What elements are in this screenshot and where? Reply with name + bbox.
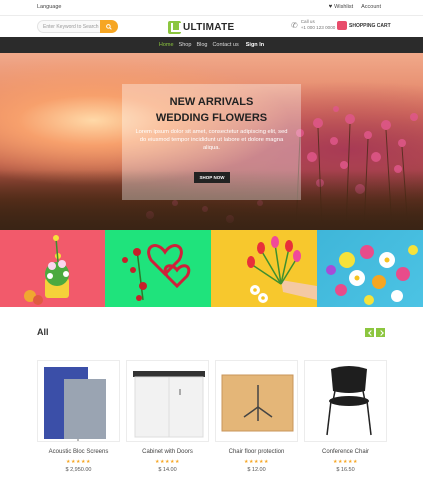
cart-icon: [337, 21, 347, 30]
nav-signin[interactable]: Sign In: [246, 42, 264, 48]
product-card[interactable]: Cabinet with Doors ★★★★★ $ 14.00: [126, 360, 209, 485]
product-image: [37, 360, 120, 442]
search-input[interactable]: Enter Keyword to Search: [37, 20, 100, 33]
category-tiles: [0, 230, 423, 307]
heart-icon: ♥: [328, 4, 333, 10]
search-bar: Enter Keyword to Search: [37, 20, 118, 33]
rating-stars-icon: ★★★★★: [244, 459, 269, 465]
product-name[interactable]: Acoustic Bloc Screens: [37, 449, 120, 455]
header: Enter Keyword to Search ULTIMATE ✆ Call …: [0, 16, 423, 37]
mixed-bouquet-image: [326, 245, 418, 305]
nav-home[interactable]: Home: [159, 42, 174, 48]
nav-blog[interactable]: Blog: [196, 42, 207, 48]
search-icon: [106, 23, 112, 30]
hero-title: NEW ARRIVALS WEDDING FLOWERS: [122, 94, 301, 126]
section-title: All: [37, 327, 49, 337]
product-card[interactable]: Chair floor protection ★★★★★ $ 12.00: [215, 360, 298, 485]
hero-banner: NEW ARRIVALS WEDDING FLOWERS Lorem ipsum…: [0, 53, 423, 230]
roses-hearts-image: [122, 244, 191, 301]
category-tile-2[interactable]: [105, 230, 211, 307]
hero-title-line2: WEDDING FLOWERS: [155, 112, 268, 124]
call-info: ✆ Call us +1 000 123 0000: [291, 19, 335, 31]
call-number: +1 000 123 0000: [300, 25, 336, 30]
hero-title-line1: NEW ARRIVALS: [169, 96, 254, 108]
rating-stars-icon: ★★★★★: [333, 459, 358, 465]
rating-stars-icon: ★★★★★: [66, 459, 91, 465]
product-card[interactable]: Conference Chair ★★★★★ $ 16.50: [304, 360, 387, 485]
nav-shop[interactable]: Shop: [179, 42, 192, 48]
nav-contact[interactable]: Contact us: [212, 42, 238, 48]
rating-stars-icon: ★★★★★: [155, 459, 180, 465]
cabinet-image: [133, 371, 205, 438]
product-price: $ 14.00: [158, 467, 177, 473]
conference-chair-image: [326, 366, 372, 436]
product-name[interactable]: Cabinet with Doors: [126, 449, 209, 455]
wishlist-link[interactable]: ♥ Wishlist: [329, 4, 354, 10]
top-bar: Language ♥ Wishlist Account: [0, 0, 423, 16]
category-tile-3[interactable]: [211, 230, 317, 307]
hero-content-box: NEW ARRIVALS WEDDING FLOWERS Lorem ipsum…: [122, 84, 301, 200]
shopping-cart-button[interactable]: SHOPPING CART: [337, 21, 391, 30]
product-image: [215, 360, 298, 442]
product-price: $ 12.00: [247, 467, 266, 473]
prev-arrow-icon[interactable]: [365, 328, 374, 337]
category-tile-4[interactable]: [317, 230, 423, 307]
product-name[interactable]: Conference Chair: [304, 449, 387, 455]
product-card[interactable]: Acoustic Bloc Screens ★★★★★ $ 2,950.00: [37, 360, 120, 485]
top-links: ♥ Wishlist Account: [329, 4, 381, 10]
tulips-hand-image: [247, 236, 317, 303]
product-carousel: Acoustic Bloc Screens ★★★★★ $ 2,950.00 C…: [37, 360, 387, 485]
product-price: $ 2,950.00: [65, 467, 92, 473]
cart-label: SHOPPING CART: [349, 22, 391, 29]
shop-now-button[interactable]: SHOP NOW: [194, 172, 230, 183]
phone-icon: ✆: [291, 20, 298, 30]
hero-description: Lorem ipsum dolor sit amet, consectetur …: [135, 129, 288, 151]
language-selector[interactable]: Language: [37, 4, 61, 10]
carousel-arrows: [365, 328, 385, 337]
account-link[interactable]: Account: [361, 4, 381, 10]
product-name[interactable]: Chair floor protection: [215, 449, 298, 455]
flower-pot-image: [24, 235, 69, 305]
wishlist-label: Wishlist: [334, 4, 354, 10]
category-tile-1[interactable]: [0, 230, 105, 307]
product-price: $ 16.50: [336, 467, 355, 473]
chair-floor-image: [221, 374, 294, 432]
main-nav: Home Shop Blog Contact us Sign In: [0, 37, 423, 53]
product-image: [126, 360, 209, 442]
logo-mark-icon: [168, 20, 181, 34]
next-arrow-icon[interactable]: [376, 328, 385, 337]
logo-text: ULTIMATE: [183, 21, 235, 33]
search-button[interactable]: [100, 20, 118, 33]
logo[interactable]: ULTIMATE: [168, 19, 234, 35]
acoustic-screen-image: [44, 367, 106, 441]
product-image: [304, 360, 387, 442]
